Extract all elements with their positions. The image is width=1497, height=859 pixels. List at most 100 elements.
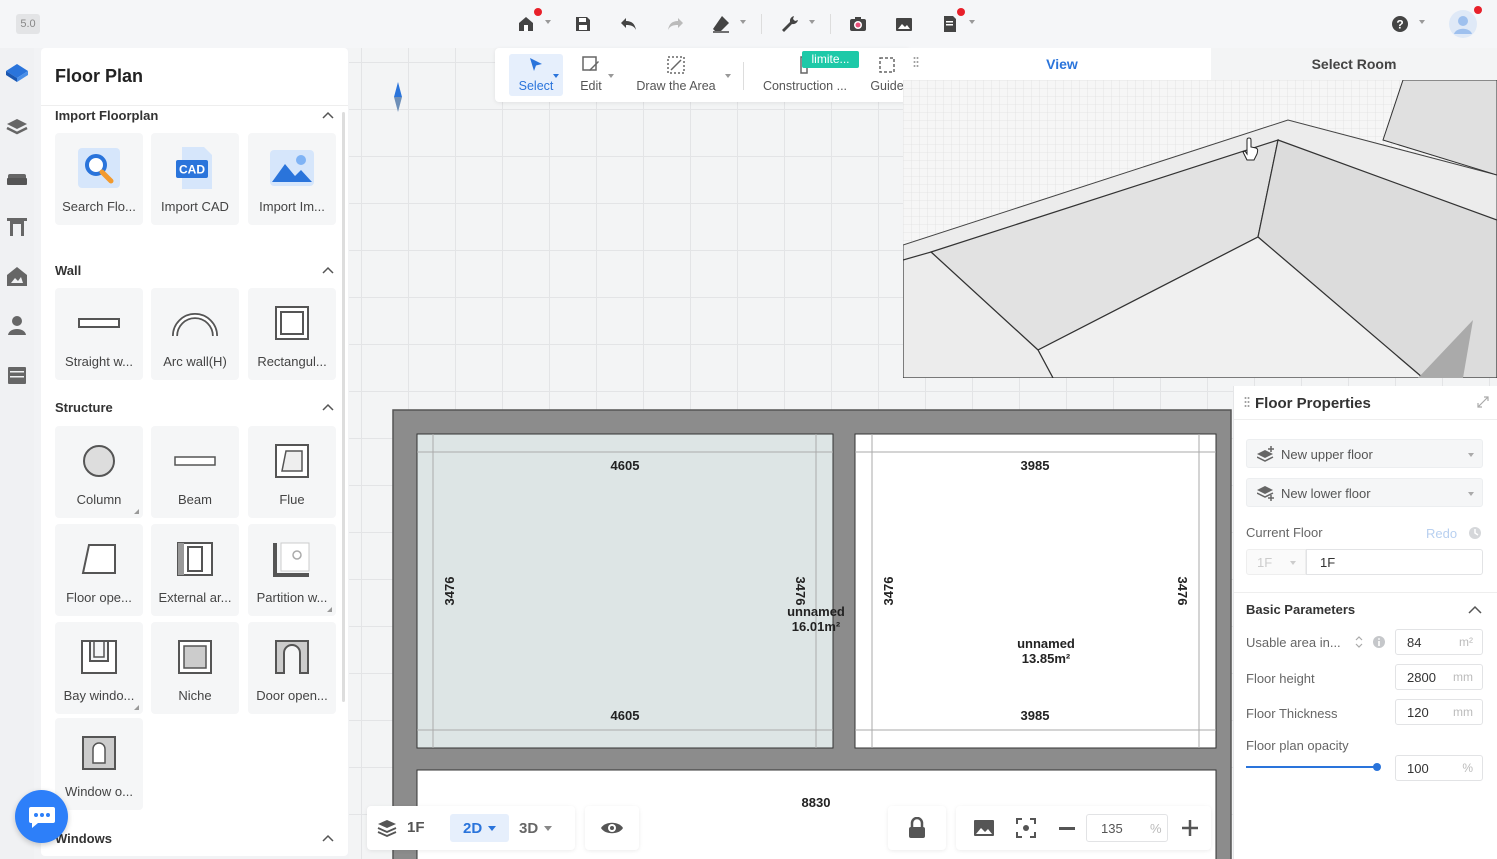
3d-viewport[interactable] (903, 80, 1497, 378)
current-floor-button[interactable]: 1F (407, 819, 425, 836)
mode-2d-button[interactable]: 2D (450, 814, 509, 842)
gallery-button[interactable] (890, 10, 918, 38)
opacity-slider-handle[interactable] (1373, 763, 1381, 771)
room-unnamed-2[interactable] (854, 433, 1217, 749)
chat-support-button[interactable] (15, 790, 68, 843)
external-area-icon (177, 542, 213, 576)
tab-view[interactable]: View (913, 48, 1211, 80)
select-caret-icon[interactable] (553, 74, 559, 78)
zoom-in-icon[interactable] (1181, 819, 1199, 837)
expand-icon[interactable] (1477, 396, 1489, 408)
chevron-up-icon[interactable] (322, 111, 334, 119)
document-caret-icon[interactable] (969, 20, 975, 24)
tools-caret-icon[interactable] (809, 20, 815, 24)
usable-area-unit: m² (1459, 635, 1473, 649)
rail-furniture[interactable] (4, 166, 30, 192)
eraser-caret-icon[interactable] (740, 20, 746, 24)
new-lower-floor-dropdown[interactable]: New lower floor (1246, 478, 1483, 507)
home-icon (519, 17, 533, 31)
lock-icon[interactable] (907, 817, 927, 839)
floor-name-input[interactable]: 1F (1306, 549, 1483, 575)
floor-level-select[interactable]: 1F (1246, 549, 1306, 575)
rectangular-wall-icon (275, 306, 309, 340)
floors-layers-icon[interactable] (377, 818, 397, 838)
import-image-card[interactable]: Import Im... (248, 133, 336, 225)
room-unnamed-1[interactable] (416, 433, 834, 749)
section-title-structure: Structure (55, 400, 113, 415)
help-button[interactable]: ? (1386, 10, 1414, 38)
redo-link[interactable]: Redo (1426, 526, 1457, 541)
home-caret-icon[interactable] (545, 20, 551, 24)
chevron-up-icon[interactable] (322, 266, 334, 274)
floorplan-cube-icon (6, 64, 28, 82)
info-icon[interactable] (1372, 635, 1386, 649)
history-icon[interactable] (1468, 526, 1482, 540)
tools-button[interactable] (776, 10, 804, 38)
chevron-up-icon[interactable] (322, 403, 334, 411)
external-area-card[interactable]: External ar... (151, 524, 239, 616)
door-opening-card[interactable]: Door open... (248, 622, 336, 714)
bay-window-card[interactable]: Bay windo... (55, 622, 143, 714)
eraser-button[interactable] (707, 10, 735, 38)
sort-arrows-icon[interactable] (1355, 635, 1363, 649)
room2-height-left: 3476 (881, 577, 896, 606)
render-button[interactable] (844, 10, 872, 38)
rail-doors[interactable] (4, 214, 30, 240)
draw-area-tool[interactable]: Draw the Area (633, 54, 719, 96)
limited-badge: limite... (802, 51, 859, 68)
undo-button[interactable] (615, 10, 643, 38)
window-opening-card[interactable]: Window o... (55, 718, 143, 810)
rail-my-library[interactable] (4, 312, 30, 338)
arc-wall-card[interactable]: Arc wall(H) (151, 288, 239, 380)
usable-area-input[interactable]: 84 m² (1395, 629, 1483, 655)
import-cad-card[interactable]: CAD Import CAD (151, 133, 239, 225)
upper-floor-icon (1257, 446, 1274, 462)
edit-caret-icon[interactable] (608, 74, 614, 78)
cad-icon-text: CAD (179, 163, 205, 177)
drag-handle-icon[interactable] (1244, 396, 1250, 410)
help-caret-icon[interactable] (1419, 20, 1425, 24)
opacity-input[interactable]: 100 % (1395, 755, 1483, 781)
new-upper-floor-dropdown[interactable]: New upper floor (1246, 439, 1483, 468)
rail-floor-plan[interactable] (4, 60, 30, 86)
chevron-up-icon[interactable] (1468, 605, 1482, 614)
straight-wall-card[interactable]: Straight w... (55, 288, 143, 380)
redo-button[interactable] (661, 10, 689, 38)
fit-view-icon[interactable] (1016, 818, 1036, 838)
beam-card[interactable]: Beam (151, 426, 239, 518)
search-floorplan-card[interactable]: Search Flo... (55, 133, 143, 225)
floor-thickness-input[interactable]: 120 mm (1395, 699, 1483, 725)
column-card[interactable]: Column (55, 426, 143, 518)
section-title-wall: Wall (55, 263, 82, 278)
image-icon (896, 18, 912, 31)
rail-layers[interactable] (4, 114, 30, 140)
tab-select-room[interactable]: Select Room (1211, 48, 1497, 80)
panel-scrollbar[interactable] (342, 112, 345, 702)
view-3d-panel[interactable]: View Select Room (903, 48, 1497, 378)
background-image-icon[interactable] (973, 819, 995, 837)
floor-opening-card[interactable]: Floor ope... (55, 524, 143, 616)
zoom-input[interactable]: 135 % (1086, 814, 1168, 842)
floor-thickness-value: 120 (1407, 705, 1429, 720)
eye-icon[interactable] (600, 819, 624, 837)
rectangular-wall-card[interactable]: Rectangul... (248, 288, 336, 380)
save-icon (576, 17, 590, 31)
card-label: Bay windo... (63, 688, 135, 703)
chevron-up-icon[interactable] (322, 834, 334, 842)
floor-plan-panel: Floor Plan Import Floorplan Search Flo..… (41, 48, 348, 856)
section-divider (1234, 592, 1497, 593)
flue-card[interactable]: Flue (248, 426, 336, 518)
floor-height-unit: mm (1453, 670, 1473, 684)
draw-area-caret-icon[interactable] (725, 74, 731, 78)
rail-decor[interactable] (4, 264, 30, 290)
zoom-out-button[interactable] (1059, 827, 1075, 830)
edit-tool[interactable]: Edit (573, 54, 609, 96)
save-button[interactable] (569, 10, 597, 38)
mode-3d-button[interactable]: 3D (519, 814, 563, 842)
rail-cabinet[interactable] (4, 362, 30, 388)
partition-wall-card[interactable]: Partition w... (248, 524, 336, 616)
opacity-slider-track[interactable] (1246, 763, 1381, 771)
floor-height-input[interactable]: 2800 mm (1395, 664, 1483, 690)
guide-tool[interactable]: Guide (869, 54, 905, 96)
niche-card[interactable]: Niche (151, 622, 239, 714)
